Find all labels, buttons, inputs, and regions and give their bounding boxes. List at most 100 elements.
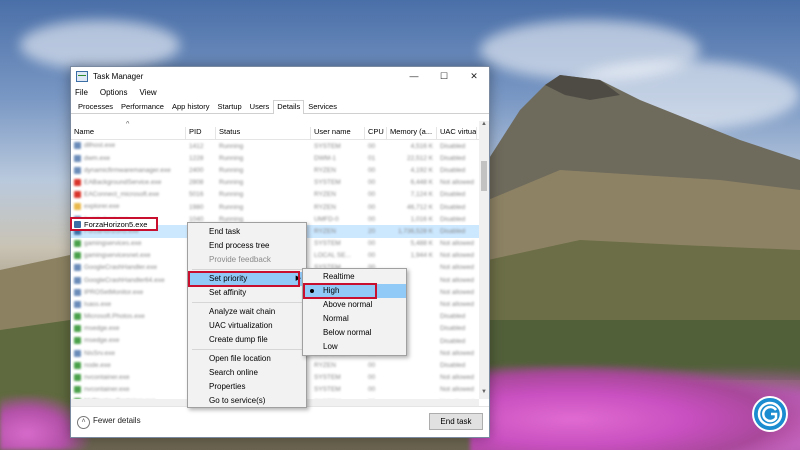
menu-item-set-affinity[interactable]: Set affinity [188, 286, 306, 300]
cell-pid: 2400 [189, 166, 204, 174]
cell-uac: Not allowed [440, 240, 474, 248]
column-header-row: ^ Name PID Status User name CPU Memory (… [71, 121, 489, 140]
menu-file[interactable]: File [75, 88, 88, 97]
menu-separator [192, 349, 302, 350]
tab-performance[interactable]: Performance [117, 100, 168, 113]
menu-item-create-dump-file[interactable]: Create dump file [188, 333, 306, 347]
footer-bar: ˄ Fewer details End task [71, 406, 489, 437]
table-row[interactable]: EAConnect_microsoft.exe 5016 Running RYZEN 0… [71, 189, 489, 201]
table-row[interactable]: dwm.exe 1228 Running DWM-1 01 22,512 K Disable… [71, 152, 489, 164]
scrollbar-thumb[interactable] [481, 161, 487, 191]
cell-user: DWM-1 [314, 154, 337, 162]
cell-user: RYZEN [314, 361, 336, 369]
vertical-scrollbar[interactable]: ▲ ▼ [479, 121, 489, 399]
cell-pid: 5016 [189, 191, 204, 199]
menu-item-label: UAC virtualization [209, 321, 273, 330]
tab-app-history[interactable]: App history [168, 100, 214, 113]
menu-item-label: Set affinity [209, 288, 247, 297]
menu-view[interactable]: View [139, 88, 156, 97]
menu-item-analyze-wait-chain[interactable]: Analyze wait chain [188, 305, 306, 319]
cell-cpu: 00 [368, 203, 376, 211]
process-icon [74, 179, 81, 187]
menu-item-go-to-service-s[interactable]: Go to service(s) [188, 394, 306, 408]
cell-uac: Disabled [440, 227, 466, 235]
cell-mem: 5,488 K [410, 240, 433, 248]
chevron-up-circle-icon[interactable]: ˄ [77, 416, 90, 429]
tab-startup[interactable]: Startup [213, 100, 245, 113]
menu-item-above-normal[interactable]: Above normal [303, 298, 406, 312]
table-row[interactable]: explorer.exe 1980 Running RYZEN 00 46,712 K Di… [71, 201, 489, 213]
cell-mem: 1,736,528 K [397, 227, 433, 235]
close-icon[interactable]: ✕ [459, 67, 489, 85]
menu-item-realtime[interactable]: Realtime [303, 270, 406, 284]
cell-name: GoogleCrashHandler64.exe [71, 276, 186, 284]
menu-item-low[interactable]: Low [303, 340, 406, 354]
cell-name: node.exe [71, 361, 186, 369]
cell-name: EABackgroundService.exe [71, 179, 186, 186]
cell-name: gamingservicesnet.exe [71, 252, 186, 259]
process-icon [74, 337, 81, 345]
menu-item-end-process-tree[interactable]: End process tree [188, 239, 306, 253]
highlighted-process-callout[interactable]: ForzaHorizon5.exe [70, 217, 158, 231]
menu-options[interactable]: Options [100, 88, 128, 97]
cell-mem: 22,512 K [406, 154, 433, 162]
cell-mem: 4,192 K [410, 166, 433, 174]
column-cpu[interactable]: CPU [365, 127, 387, 139]
table-row[interactable]: dllhost.exe 1412 Running SYSTEM 00 4,516 K Dis… [71, 140, 489, 152]
menu-item-end-task[interactable]: End task [188, 225, 306, 239]
cell-status: Running [219, 203, 244, 211]
menu-separator [192, 302, 302, 303]
tab-details[interactable]: Details [273, 100, 305, 114]
cell-mem: 46,712 K [406, 203, 433, 211]
table-row[interactable]: dynamicfirmwaremanager.exe 2400 Running RYZ… [71, 164, 489, 176]
priority-submenu: Realtime High Above normal Normal Below norm… [302, 268, 407, 356]
highlight-callout [188, 271, 300, 287]
cell-cpu: 00 [368, 215, 376, 223]
minimize-icon[interactable]: — [399, 67, 429, 85]
cell-pid: 2808 [189, 179, 204, 187]
tab-processes[interactable]: Processes [74, 100, 117, 113]
cell-cpu: 20 [368, 227, 376, 235]
title-bar[interactable]: Task Manager — ☐ ✕ [71, 67, 489, 85]
column-name[interactable]: Name [71, 127, 186, 139]
tab-users[interactable]: Users [246, 100, 274, 113]
cell-pid: 1228 [189, 154, 204, 162]
menu-item-open-file-location[interactable]: Open file location [188, 352, 306, 366]
scroll-down-icon[interactable]: ▼ [479, 389, 489, 399]
cell-cpu: 00 [368, 374, 376, 382]
cell-uac: Not allowed [440, 252, 474, 260]
cell-name: dllhost.exe [71, 142, 186, 150]
column-memory[interactable]: Memory (a... [387, 127, 437, 139]
table-row[interactable]: EABackgroundService.exe 2808 Running SYSTEM… [71, 177, 489, 189]
tab-services[interactable]: Services [304, 100, 341, 113]
column-uac-virtualization[interactable]: UAC virtua [437, 127, 477, 139]
menu-item-properties[interactable]: Properties [188, 380, 306, 394]
fewer-details-link[interactable]: Fewer details [93, 416, 141, 425]
cell-cpu: 00 [368, 142, 376, 150]
cell-status: Running [219, 166, 244, 174]
cell-uac: Not allowed [440, 288, 474, 296]
cell-name: gamingservices.exe [71, 239, 186, 247]
column-status[interactable]: Status [216, 127, 311, 139]
column-user-name[interactable]: User name [311, 127, 365, 139]
process-icon [74, 300, 81, 308]
column-pid[interactable]: PID [186, 127, 216, 139]
menu-item-normal[interactable]: Normal [303, 312, 406, 326]
cell-user: LOCAL SE... [314, 252, 351, 260]
cell-name: dynamicfirmwaremanager.exe [71, 166, 186, 174]
process-icon [74, 313, 81, 321]
menu-item-label: Open file location [209, 354, 271, 363]
cell-uac: Not allowed [440, 179, 474, 187]
scroll-up-icon[interactable]: ▲ [479, 121, 489, 131]
menu-item-uac-virtualization[interactable]: UAC virtualization [188, 319, 306, 333]
cell-name: Microsoft.Photos.exe [71, 313, 186, 320]
process-icon [74, 276, 81, 284]
cell-cpu: 00 [368, 386, 376, 394]
menu-item-search-online[interactable]: Search online [188, 366, 306, 380]
process-icon [74, 325, 81, 333]
menu-item-below-normal[interactable]: Below normal [303, 326, 406, 340]
maximize-icon[interactable]: ☐ [429, 67, 459, 85]
end-task-button[interactable]: End task [429, 413, 483, 430]
cell-uac: Disabled [440, 191, 466, 199]
menu-item-provide-feedback[interactable]: Provide feedback [188, 253, 306, 267]
